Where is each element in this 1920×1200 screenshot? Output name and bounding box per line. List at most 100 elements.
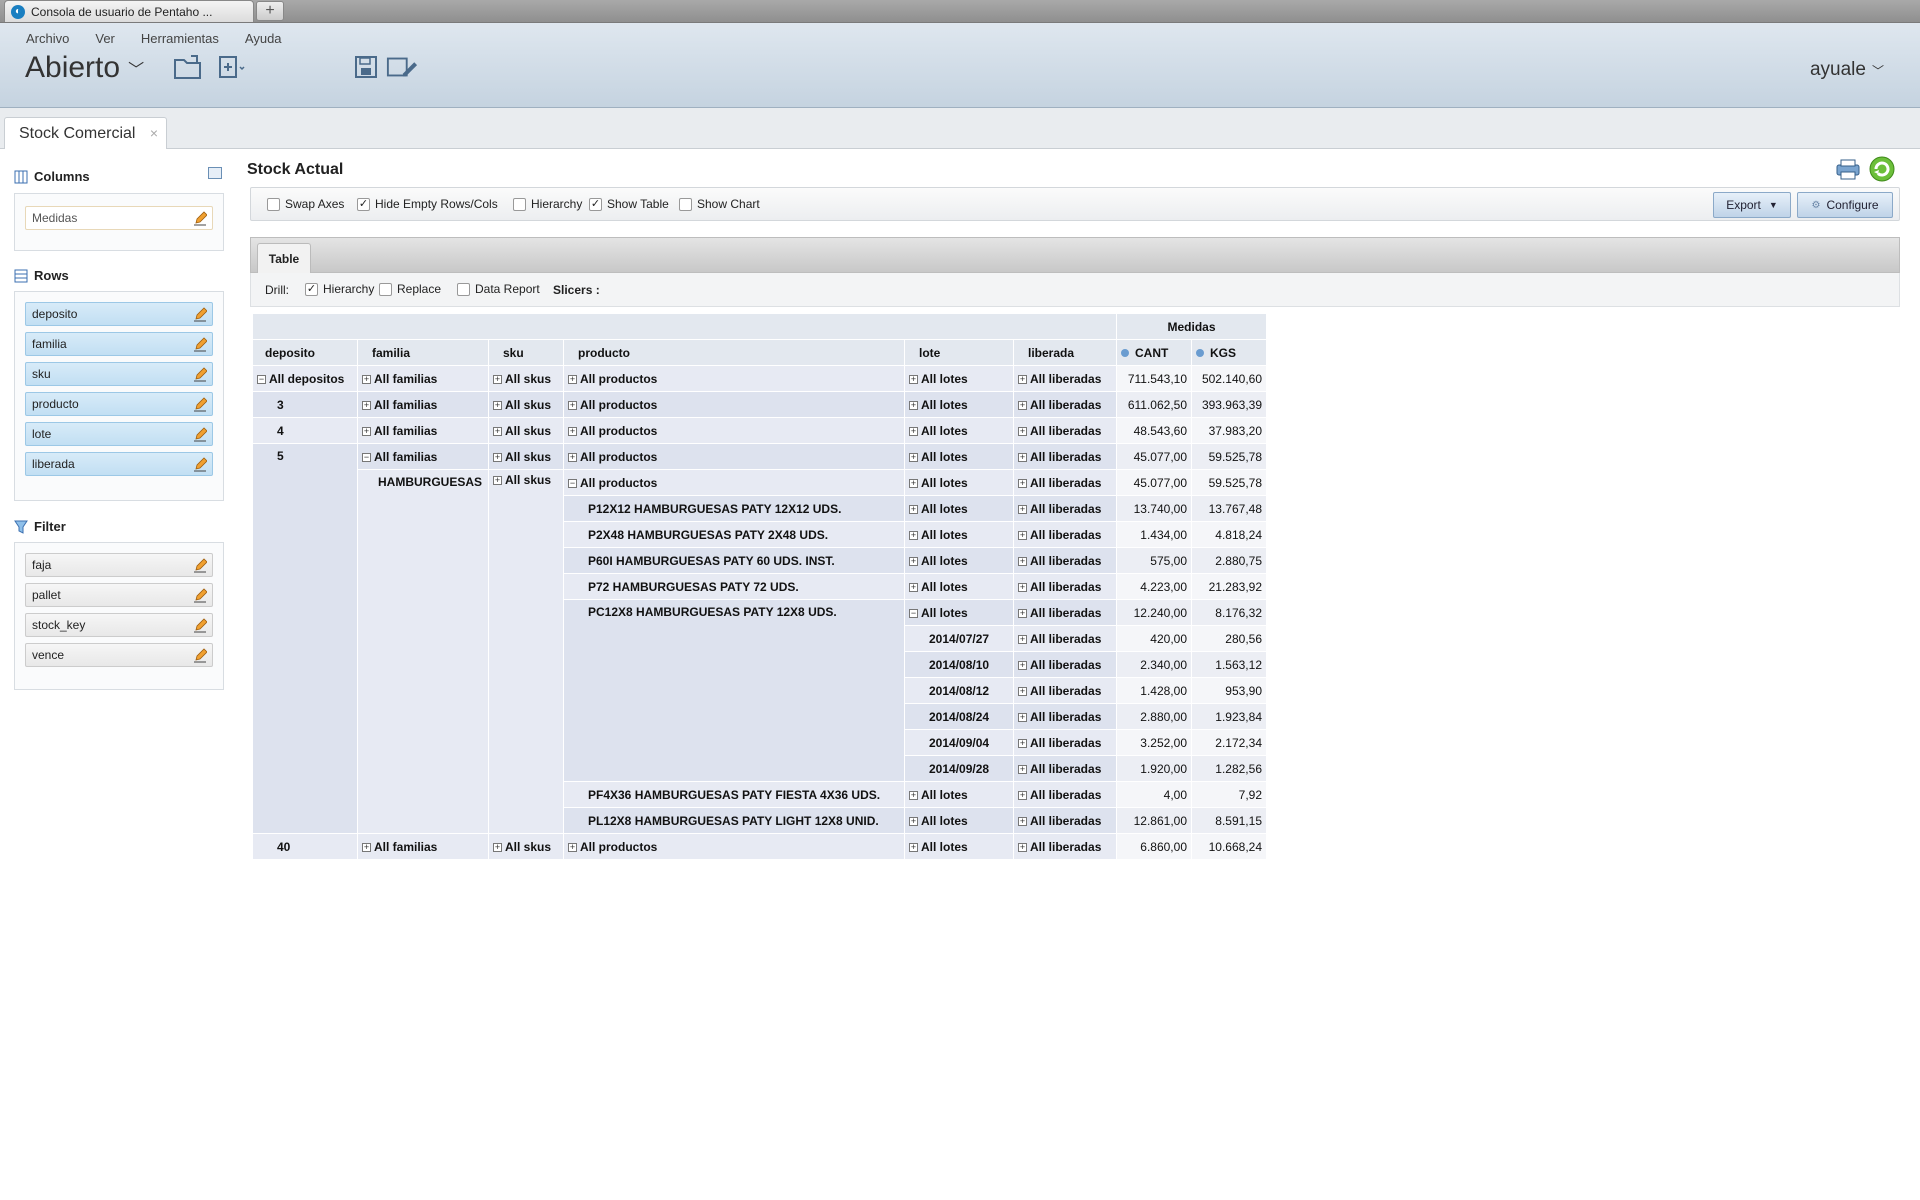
member-cell[interactable]: + All liberadas (1014, 652, 1116, 677)
column-header-kgs[interactable]: KGS (1192, 340, 1266, 365)
expand-icon[interactable]: + (1018, 608, 1027, 618)
pencil-icon[interactable] (193, 210, 207, 226)
member-cell[interactable]: 2014/07/27 (905, 626, 1013, 651)
row-field-producto[interactable]: producto (25, 392, 213, 416)
collapse-icon[interactable]: − (568, 478, 577, 488)
expand-icon[interactable]: + (1018, 634, 1027, 644)
checkbox-box[interactable] (457, 282, 470, 296)
expand-icon[interactable]: + (1018, 790, 1027, 800)
expand-icon[interactable]: + (568, 426, 577, 436)
kgs-cell[interactable]: 21.283,92 (1192, 574, 1266, 599)
cant-cell[interactable]: 1.920,00 (1117, 756, 1191, 781)
kgs-cell[interactable]: 8.176,32 (1192, 600, 1266, 625)
member-cell[interactable]: + All familias (358, 834, 488, 859)
menu-ver[interactable]: Ver (95, 31, 115, 46)
tab-stock-comercial[interactable]: Stock Comercial × (4, 117, 167, 149)
member-cell[interactable]: + All lotes (905, 470, 1013, 495)
menu-ayuda[interactable]: Ayuda (245, 31, 282, 46)
member-cell[interactable]: + All liberadas (1014, 600, 1116, 625)
save-as-icon[interactable] (386, 53, 418, 81)
kgs-cell[interactable]: 4.818,24 (1192, 522, 1266, 547)
cant-cell[interactable]: 2.340,00 (1117, 652, 1191, 677)
checkmark-icon[interactable]: ✓ (357, 197, 370, 211)
kgs-cell[interactable]: 2.880,75 (1192, 548, 1266, 573)
pencil-icon[interactable] (193, 396, 207, 412)
cant-cell[interactable]: 1.434,00 (1117, 522, 1191, 547)
collapse-icon[interactable]: − (362, 452, 371, 462)
column-header-sku[interactable]: sku (489, 340, 563, 365)
checkbox-box[interactable] (379, 282, 392, 296)
member-cell[interactable]: + All liberadas (1014, 730, 1116, 755)
kgs-cell[interactable]: 1.282,56 (1192, 756, 1266, 781)
member-cell[interactable]: + All liberadas (1014, 756, 1116, 781)
kgs-cell[interactable]: 13.767,48 (1192, 496, 1266, 521)
member-cell[interactable]: − All depositos (253, 366, 357, 391)
expand-icon[interactable]: + (493, 400, 502, 410)
cant-cell[interactable]: 13.740,00 (1117, 496, 1191, 521)
member-cell[interactable]: + All productos (564, 366, 904, 391)
pencil-icon[interactable] (193, 456, 207, 472)
member-cell[interactable]: + All skus (489, 444, 563, 469)
browser-tab[interactable]: ◐ Consola de usuario de Pentaho ... (4, 0, 254, 22)
pencil-icon[interactable] (193, 587, 207, 603)
member-cell[interactable]: + All lotes (905, 522, 1013, 547)
expand-icon[interactable]: + (909, 504, 918, 514)
collapse-icon[interactable]: − (257, 374, 266, 384)
expand-icon[interactable]: + (568, 842, 577, 852)
filter-dropzone[interactable]: faja pallet stock_key vence (14, 542, 224, 690)
filter-field-vence[interactable]: vence (25, 643, 213, 667)
member-cell[interactable]: P72 HAMBURGUESAS PATY 72 UDS. (564, 574, 904, 599)
pencil-icon[interactable] (193, 557, 207, 573)
expand-icon[interactable]: + (1018, 452, 1027, 462)
filter-field-stock-key[interactable]: stock_key (25, 613, 213, 637)
member-cell[interactable]: PC12X8 HAMBURGUESAS PATY 12X8 UDS. (564, 600, 904, 781)
sort-icon[interactable] (1121, 348, 1129, 357)
member-cell[interactable]: + All lotes (905, 574, 1013, 599)
cant-cell[interactable]: 711.543,10 (1117, 366, 1191, 391)
expand-icon[interactable]: + (1018, 374, 1027, 384)
column-header-lote[interactable]: lote (905, 340, 1013, 365)
expand-icon[interactable]: + (1018, 582, 1027, 592)
kgs-cell[interactable]: 280,56 (1192, 626, 1266, 651)
kgs-cell[interactable]: 953,90 (1192, 678, 1266, 703)
close-icon[interactable]: × (150, 125, 158, 141)
expand-icon[interactable]: + (909, 790, 918, 800)
menu-herramientas[interactable]: Herramientas (141, 31, 219, 46)
kgs-cell[interactable]: 502.140,60 (1192, 366, 1266, 391)
cant-cell[interactable]: 12.240,00 (1117, 600, 1191, 625)
member-cell[interactable]: + All liberadas (1014, 470, 1116, 495)
cant-cell[interactable]: 420,00 (1117, 626, 1191, 651)
row-field-liberada[interactable]: liberada (25, 452, 213, 476)
member-cell[interactable]: 2014/08/10 (905, 652, 1013, 677)
expand-icon[interactable]: + (568, 400, 577, 410)
expand-icon[interactable]: + (909, 426, 918, 436)
collapse-icon[interactable]: − (909, 608, 918, 618)
member-cell[interactable]: + All skus (489, 834, 563, 859)
perspective-selector[interactable]: Abierto ﹀ (25, 51, 144, 85)
column-header-familia[interactable]: familia (358, 340, 488, 365)
member-cell[interactable]: + All productos (564, 834, 904, 859)
checkbox-box[interactable] (679, 197, 692, 211)
filter-field-pallet[interactable]: pallet (25, 583, 213, 607)
cant-cell[interactable]: 611.062,50 (1117, 392, 1191, 417)
pencil-icon[interactable] (193, 306, 207, 322)
sort-icon[interactable] (1196, 348, 1204, 357)
member-cell[interactable]: + All liberadas (1014, 626, 1116, 651)
pencil-icon[interactable] (193, 617, 207, 633)
expand-icon[interactable]: + (1018, 400, 1027, 410)
expand-icon[interactable]: + (1018, 764, 1027, 774)
print-icon[interactable] (1834, 157, 1862, 181)
member-cell[interactable]: P12X12 HAMBURGUESAS PATY 12X12 UDS. (564, 496, 904, 521)
kgs-cell[interactable]: 2.172,34 (1192, 730, 1266, 755)
member-cell[interactable]: + All familias (358, 366, 488, 391)
member-cell[interactable]: + All liberadas (1014, 808, 1116, 833)
column-field-medidas[interactable]: Medidas (25, 206, 213, 230)
expand-icon[interactable]: + (909, 816, 918, 826)
kgs-cell[interactable]: 59.525,78 (1192, 444, 1266, 469)
drill-replace-checkbox[interactable]: Replace (379, 282, 441, 296)
kgs-cell[interactable]: 7,92 (1192, 782, 1266, 807)
member-cell[interactable]: + All skus (489, 470, 563, 833)
expand-icon[interactable]: + (909, 478, 918, 488)
member-cell[interactable]: + All liberadas (1014, 678, 1116, 703)
member-cell[interactable]: 2014/08/12 (905, 678, 1013, 703)
